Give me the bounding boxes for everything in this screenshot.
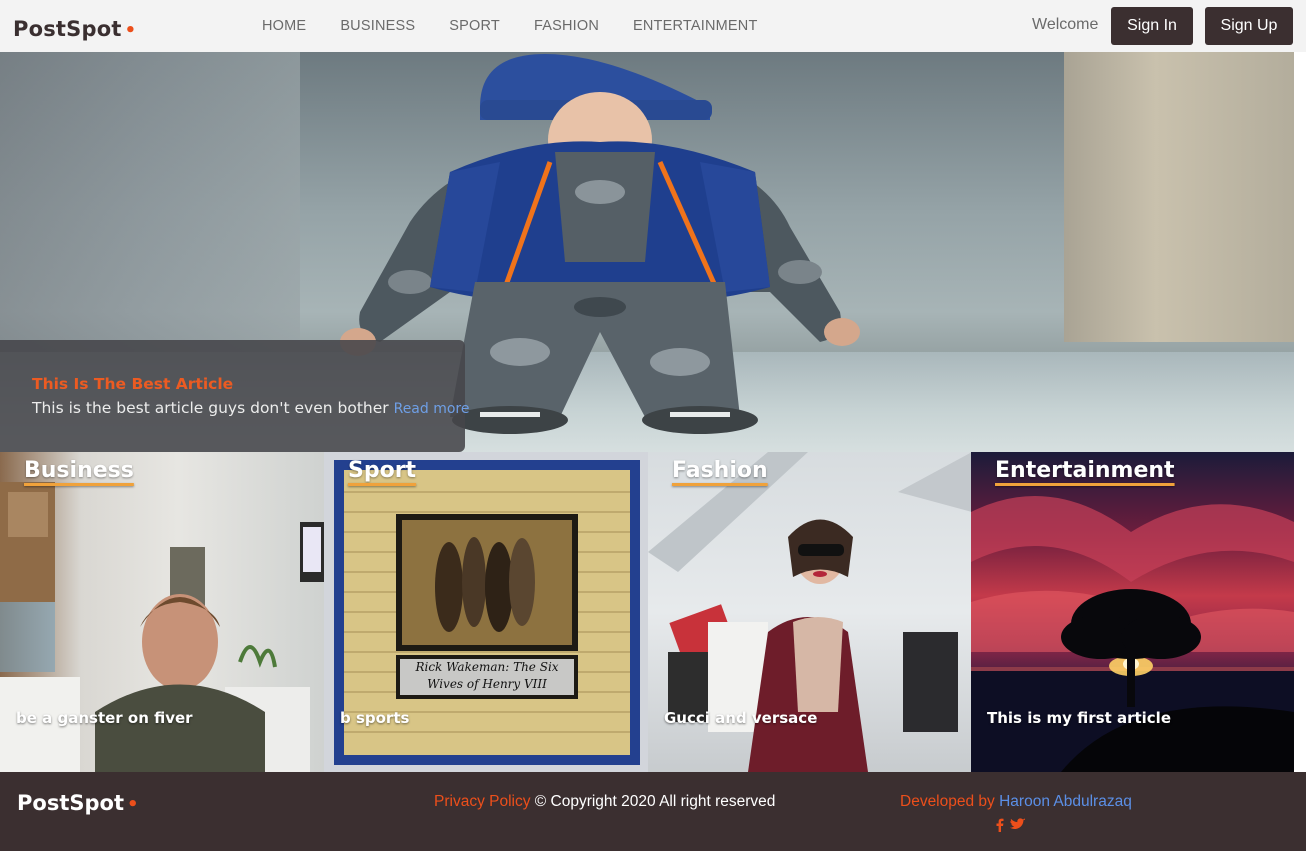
album-line-2-text: Wives of Henry VIII [427,677,547,691]
footer-copyright: Privacy Policy © Copyright 2020 All righ… [434,793,775,811]
category-title-business[interactable]: Business [24,458,134,483]
category-title-sport[interactable]: Sport [348,458,416,483]
category-tile-business[interactable]: Business be a ganster on fiver [0,452,324,772]
hero-excerpt-text: This is the best article guys don't even… [32,399,389,417]
nav-sport[interactable]: SPORT [449,18,500,34]
footer: PostSpot • Privacy Policy © Copyright 202… [0,772,1306,851]
article-title-fashion[interactable]: Gucci and versace [664,709,817,727]
article-title-business[interactable]: be a ganster on fiver [16,709,193,727]
logo-text: PostSpot [13,17,122,41]
article-title-sport[interactable]: b sports [340,709,409,727]
social-links [996,818,1025,832]
read-more-link[interactable]: Read more [394,401,470,417]
hero-background-wall [0,52,300,352]
site-logo[interactable]: PostSpot • [13,17,136,41]
developed-by-text: Developed by [900,793,995,810]
footer-logo-dot: • [126,794,139,815]
nav-fashion[interactable]: FASHION [534,18,599,34]
copyright-text: © Copyright 2020 All right reserved [534,793,776,810]
navbar: PostSpot • HOME BUSINESS SPORT FASHION EN… [0,0,1306,52]
logo-dot: • [124,20,137,41]
album-text: Rick Wakeman: The Six Wives of Henry VII… [400,659,574,695]
privacy-policy-link[interactable]: Privacy Policy [434,793,530,810]
article-title-entertainment[interactable]: This is my first article [987,709,1171,727]
hero-caption: This Is The Best Article This is the bes… [0,340,470,452]
footer-logo[interactable]: PostSpot • [17,791,139,815]
facebook-icon[interactable] [996,818,1004,832]
hero-background-door [1064,52,1294,342]
main-menu: HOME BUSINESS SPORT FASHION ENTERTAINMEN… [262,18,792,34]
nav-entertainment[interactable]: ENTERTAINMENT [633,18,758,34]
category-title-fashion[interactable]: Fashion [672,458,768,483]
sign-up-button[interactable]: Sign Up [1205,7,1293,45]
category-tile-sport[interactable]: Rick Wakeman: The Six Wives of Henry VII… [324,452,648,772]
hero-excerpt: This is the best article guys don't even… [32,399,470,417]
developer-link[interactable]: Haroon Abdulrazaq [999,793,1132,810]
sign-in-button[interactable]: Sign In [1111,7,1193,45]
footer-logo-text: PostSpot [17,791,124,815]
category-tile-entertainment[interactable]: Entertainment This is my first article [971,452,1294,772]
twitter-icon[interactable] [1010,818,1025,831]
hero-title[interactable]: This Is The Best Article [32,375,233,393]
welcome-text: Welcome [1032,16,1099,33]
footer-developer: Developed by Haroon Abdulrazaq [900,793,1132,811]
hero-banner[interactable]: This Is The Best Article This is the bes… [0,52,1294,452]
album-line-1-text: Rick Wakeman: The Six [415,660,559,674]
category-title-entertainment[interactable]: Entertainment [995,458,1175,483]
category-tile-fashion[interactable]: Fashion Gucci and versace [648,452,972,772]
nav-home[interactable]: HOME [262,18,306,34]
nav-business[interactable]: BUSINESS [340,18,415,34]
